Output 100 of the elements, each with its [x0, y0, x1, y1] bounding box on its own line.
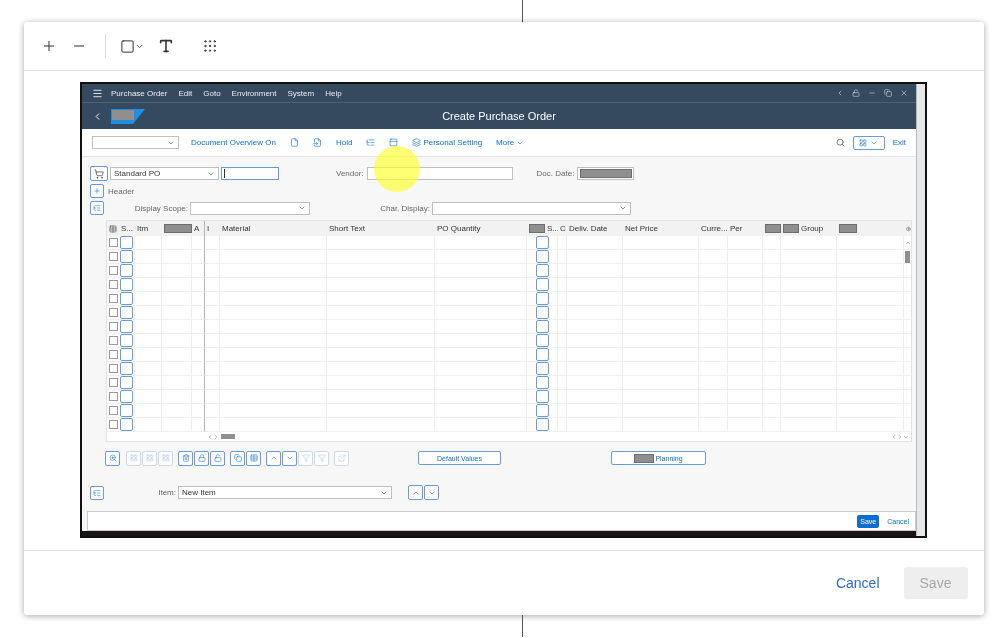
scroll-right-icon[interactable] — [213, 433, 219, 440]
doc-date-field[interactable] — [577, 167, 635, 180]
order-type-select[interactable]: Standard PO — [110, 167, 219, 180]
char-display-select[interactable] — [432, 201, 631, 215]
column-header[interactable]: S... — [547, 224, 558, 233]
cell-input[interactable] — [535, 236, 549, 249]
lock-button[interactable] — [194, 450, 209, 466]
toolbar-link[interactable]: Personal Setting — [412, 138, 483, 147]
scrollbar-thumb[interactable] — [221, 434, 235, 439]
column-header[interactable]: C — [560, 224, 566, 233]
row-checkbox[interactable] — [108, 280, 118, 289]
cell-input[interactable] — [535, 348, 549, 361]
item-select[interactable]: New Item — [178, 486, 392, 499]
lock-icon[interactable] — [852, 89, 860, 97]
delete-button[interactable] — [178, 450, 193, 466]
table-button[interactable] — [246, 450, 261, 466]
cell-input[interactable] — [535, 390, 549, 403]
menu-item[interactable]: Edit — [178, 88, 193, 98]
scroll-up-icon[interactable] — [904, 239, 911, 246]
cell-input[interactable] — [535, 306, 549, 319]
row-checkbox[interactable] — [108, 308, 118, 317]
column-header[interactable]: S... — [121, 224, 133, 233]
rectangle-tool[interactable] — [119, 38, 144, 54]
grid-button[interactable] — [126, 450, 141, 466]
display-scope-select[interactable] — [190, 201, 310, 215]
exit-link[interactable]: Exit — [892, 138, 906, 147]
row-checkbox[interactable] — [108, 378, 118, 387]
toolbar-dropdown[interactable] — [92, 136, 179, 149]
export-button[interactable] — [334, 450, 349, 466]
row-checkbox[interactable] — [108, 266, 118, 275]
cell-input[interactable] — [535, 292, 549, 305]
next-button[interactable] — [424, 485, 439, 500]
cell-input[interactable] — [535, 418, 549, 431]
scrollbar-thumb[interactable] — [905, 250, 910, 263]
column-header[interactable]: Curre... — [701, 224, 728, 233]
filter-button[interactable] — [314, 450, 329, 466]
row-checkbox[interactable] — [108, 350, 118, 359]
row-checkbox[interactable] — [108, 252, 118, 261]
column-header[interactable]: Group — [801, 224, 824, 233]
grid-button[interactable] — [158, 450, 173, 466]
scroll-left-icon[interactable] — [207, 433, 213, 440]
cell-input[interactable] — [535, 376, 549, 389]
chevron-left-icon[interactable] — [836, 89, 844, 97]
scroll-down-icon[interactable] — [903, 433, 909, 440]
restore-icon[interactable] — [884, 89, 892, 97]
row-checkbox[interactable] — [108, 364, 118, 373]
row-checkbox[interactable] — [108, 322, 118, 331]
column-header[interactable]: Per — [730, 224, 743, 233]
row-checkbox[interactable] — [108, 238, 118, 247]
collapse-button[interactable] — [90, 485, 104, 500]
row-checkbox[interactable] — [108, 392, 118, 401]
grid-button[interactable] — [142, 450, 157, 466]
column-header[interactable]: Material — [222, 224, 251, 233]
toolbar-link[interactable]: Document Overview On — [191, 138, 276, 147]
search-icon[interactable] — [835, 138, 845, 147]
cell-input[interactable] — [535, 404, 549, 417]
zoom-button[interactable] — [105, 450, 120, 466]
cell-input[interactable] — [535, 362, 549, 375]
import-icon[interactable] — [312, 138, 322, 147]
text-tool-icon[interactable] — [157, 38, 174, 54]
expand-button[interactable] — [90, 184, 104, 198]
column-header[interactable]: A — [194, 224, 200, 233]
close-icon[interactable] — [900, 89, 908, 97]
menu-item[interactable]: Purchase Order — [111, 88, 168, 98]
menu-item[interactable]: Help — [325, 88, 342, 98]
scroll-left-icon[interactable] — [891, 433, 897, 440]
cell-input[interactable] — [535, 250, 549, 263]
selection-button[interactable] — [852, 135, 885, 150]
vendor-field[interactable] — [366, 167, 513, 180]
unlock-button[interactable] — [210, 450, 225, 466]
settings-icon[interactable] — [906, 224, 911, 233]
cell-input[interactable] — [535, 278, 549, 291]
menu-item[interactable]: System — [287, 88, 315, 98]
panel-icon[interactable] — [389, 138, 399, 147]
copy-button[interactable] — [230, 450, 245, 466]
toolbar-link[interactable]: Hold — [335, 138, 353, 147]
column-header[interactable]: Deliv. Date — [569, 224, 608, 233]
row-checkbox[interactable] — [108, 294, 118, 303]
input-field[interactable] — [221, 167, 279, 180]
collapse-button[interactable] — [90, 201, 104, 215]
toolbar-link[interactable]: More — [496, 138, 525, 147]
document-icon[interactable] — [289, 138, 299, 147]
menu-item[interactable]: Goto — [203, 88, 221, 98]
filter-button[interactable] — [298, 450, 313, 466]
column-header[interactable]: I — [207, 224, 210, 233]
sort-up-button[interactable] — [266, 450, 281, 466]
column-header[interactable]: Short Text — [329, 224, 365, 233]
previous-button[interactable] — [408, 485, 423, 500]
column-header[interactable]: Itm — [137, 224, 149, 233]
row-checkbox[interactable] — [108, 420, 118, 429]
menu-item[interactable]: Environment — [231, 88, 277, 98]
row-checkbox[interactable] — [108, 406, 118, 415]
column-header[interactable]: PO Quantity — [437, 224, 481, 233]
cancel-button[interactable]: Cancel — [835, 575, 880, 591]
scroll-right-icon[interactable] — [897, 433, 903, 440]
cell-input[interactable] — [535, 264, 549, 277]
cell-input[interactable] — [535, 320, 549, 333]
hierarchy-icon[interactable] — [366, 138, 376, 147]
minimize-icon[interactable] — [868, 89, 876, 97]
menu-icon[interactable] — [92, 87, 103, 99]
